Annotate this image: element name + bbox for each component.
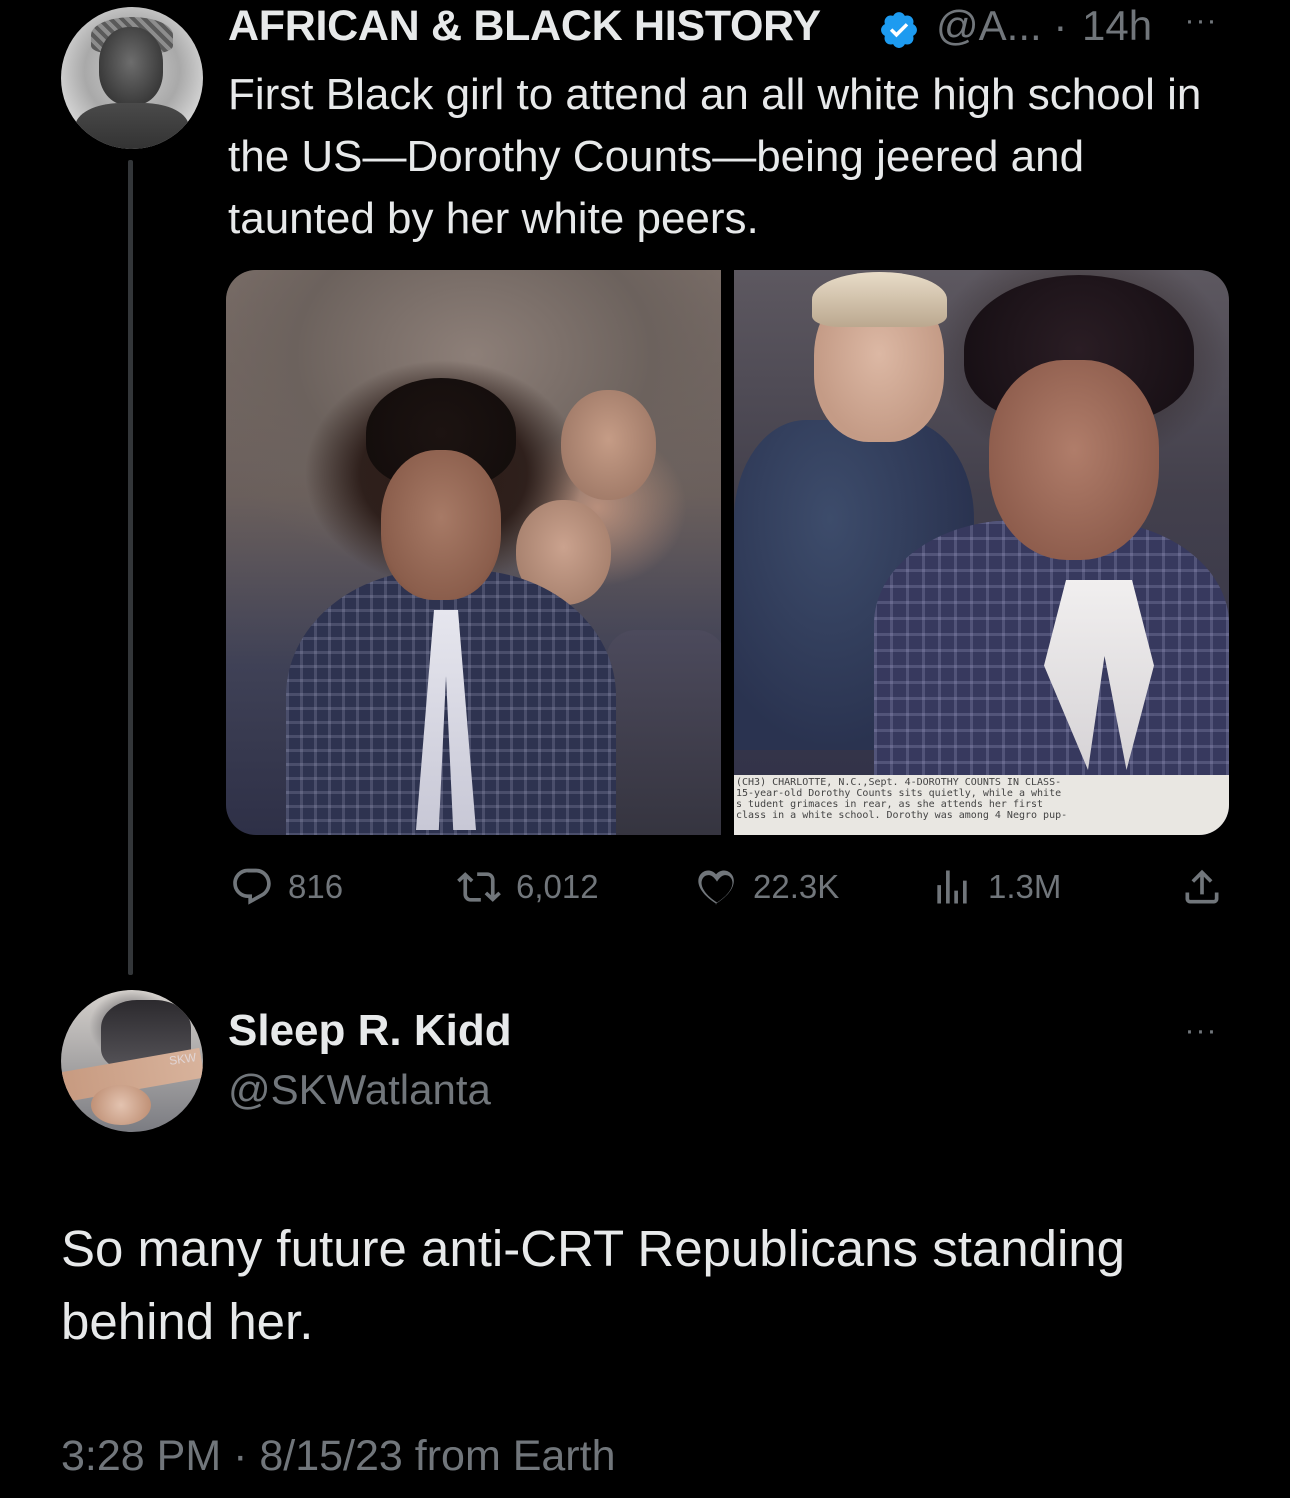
media-divider [721, 270, 734, 835]
thread-connector-line [128, 160, 133, 975]
reply-icon [230, 865, 274, 909]
reply-tweet-text: So many future anti-CRT Republicans stan… [61, 1220, 1126, 1350]
retweet-count: 6,012 [516, 868, 599, 905]
avatar-body [75, 103, 189, 149]
like-count: 22.3K [753, 868, 840, 905]
photo-figure-boy [561, 390, 656, 500]
photo-figure-boy-hair [812, 272, 947, 327]
like-button[interactable]: 22.3K [695, 865, 839, 909]
parent-author-avatar[interactable] [61, 7, 203, 149]
media-photo-left[interactable] [226, 270, 726, 835]
parent-tweet-text: First Black girl to attend an all white … [228, 70, 1202, 243]
photo-caption-text: (CH3) CHARLOTTE, N.C.,Sept. 4-DOROTHY CO… [736, 777, 1068, 821]
handle-text: @A... [936, 2, 1042, 49]
reply-author-handle[interactable]: @SKWatlanta [228, 1066, 491, 1114]
heart-icon [695, 865, 739, 909]
views-count: 1.3M [988, 868, 1062, 905]
reply-tweet-meta: 3:28 PM · 8/15/23 from Earth [61, 1432, 616, 1480]
photo-seat [606, 630, 726, 835]
media-photo-right[interactable]: (CH3) CHARLOTTE, N.C.,Sept. 4-DOROTHY CO… [734, 270, 1229, 835]
reply-count: 816 [288, 868, 344, 905]
retweet-button[interactable]: 6,012 [456, 865, 599, 909]
photo-figure-dorothy [989, 360, 1159, 560]
share-button[interactable] [1180, 865, 1224, 909]
photo-figure-dorothy [381, 450, 501, 600]
handle-separator: · [1053, 2, 1068, 49]
reply-more-options-icon[interactable]: ··· [1176, 1014, 1226, 1054]
avatar-figure [91, 1085, 151, 1125]
reply-author-name[interactable]: Sleep R. Kidd [228, 1006, 512, 1056]
parent-tweet-time[interactable]: 14h [1082, 2, 1152, 50]
reply-button[interactable]: 816 [230, 865, 343, 909]
parent-author-handle[interactable]: @A... · [936, 2, 1067, 50]
parent-more-options-icon[interactable]: ··· [1176, 4, 1226, 44]
reply-author-avatar[interactable]: SKW [61, 990, 203, 1132]
tweet-media-grid[interactable]: (CH3) CHARLOTTE, N.C.,Sept. 4-DOROTHY CO… [226, 270, 1229, 835]
share-icon [1180, 865, 1224, 909]
parent-author-name[interactable]: AFRICAN & BLACK HISTORY [228, 2, 821, 51]
avatar-face [99, 27, 163, 105]
views-icon [930, 865, 974, 909]
verified-badge-icon [878, 9, 920, 51]
views-button[interactable]: 1.3M [930, 865, 1061, 909]
retweet-icon [456, 865, 502, 909]
